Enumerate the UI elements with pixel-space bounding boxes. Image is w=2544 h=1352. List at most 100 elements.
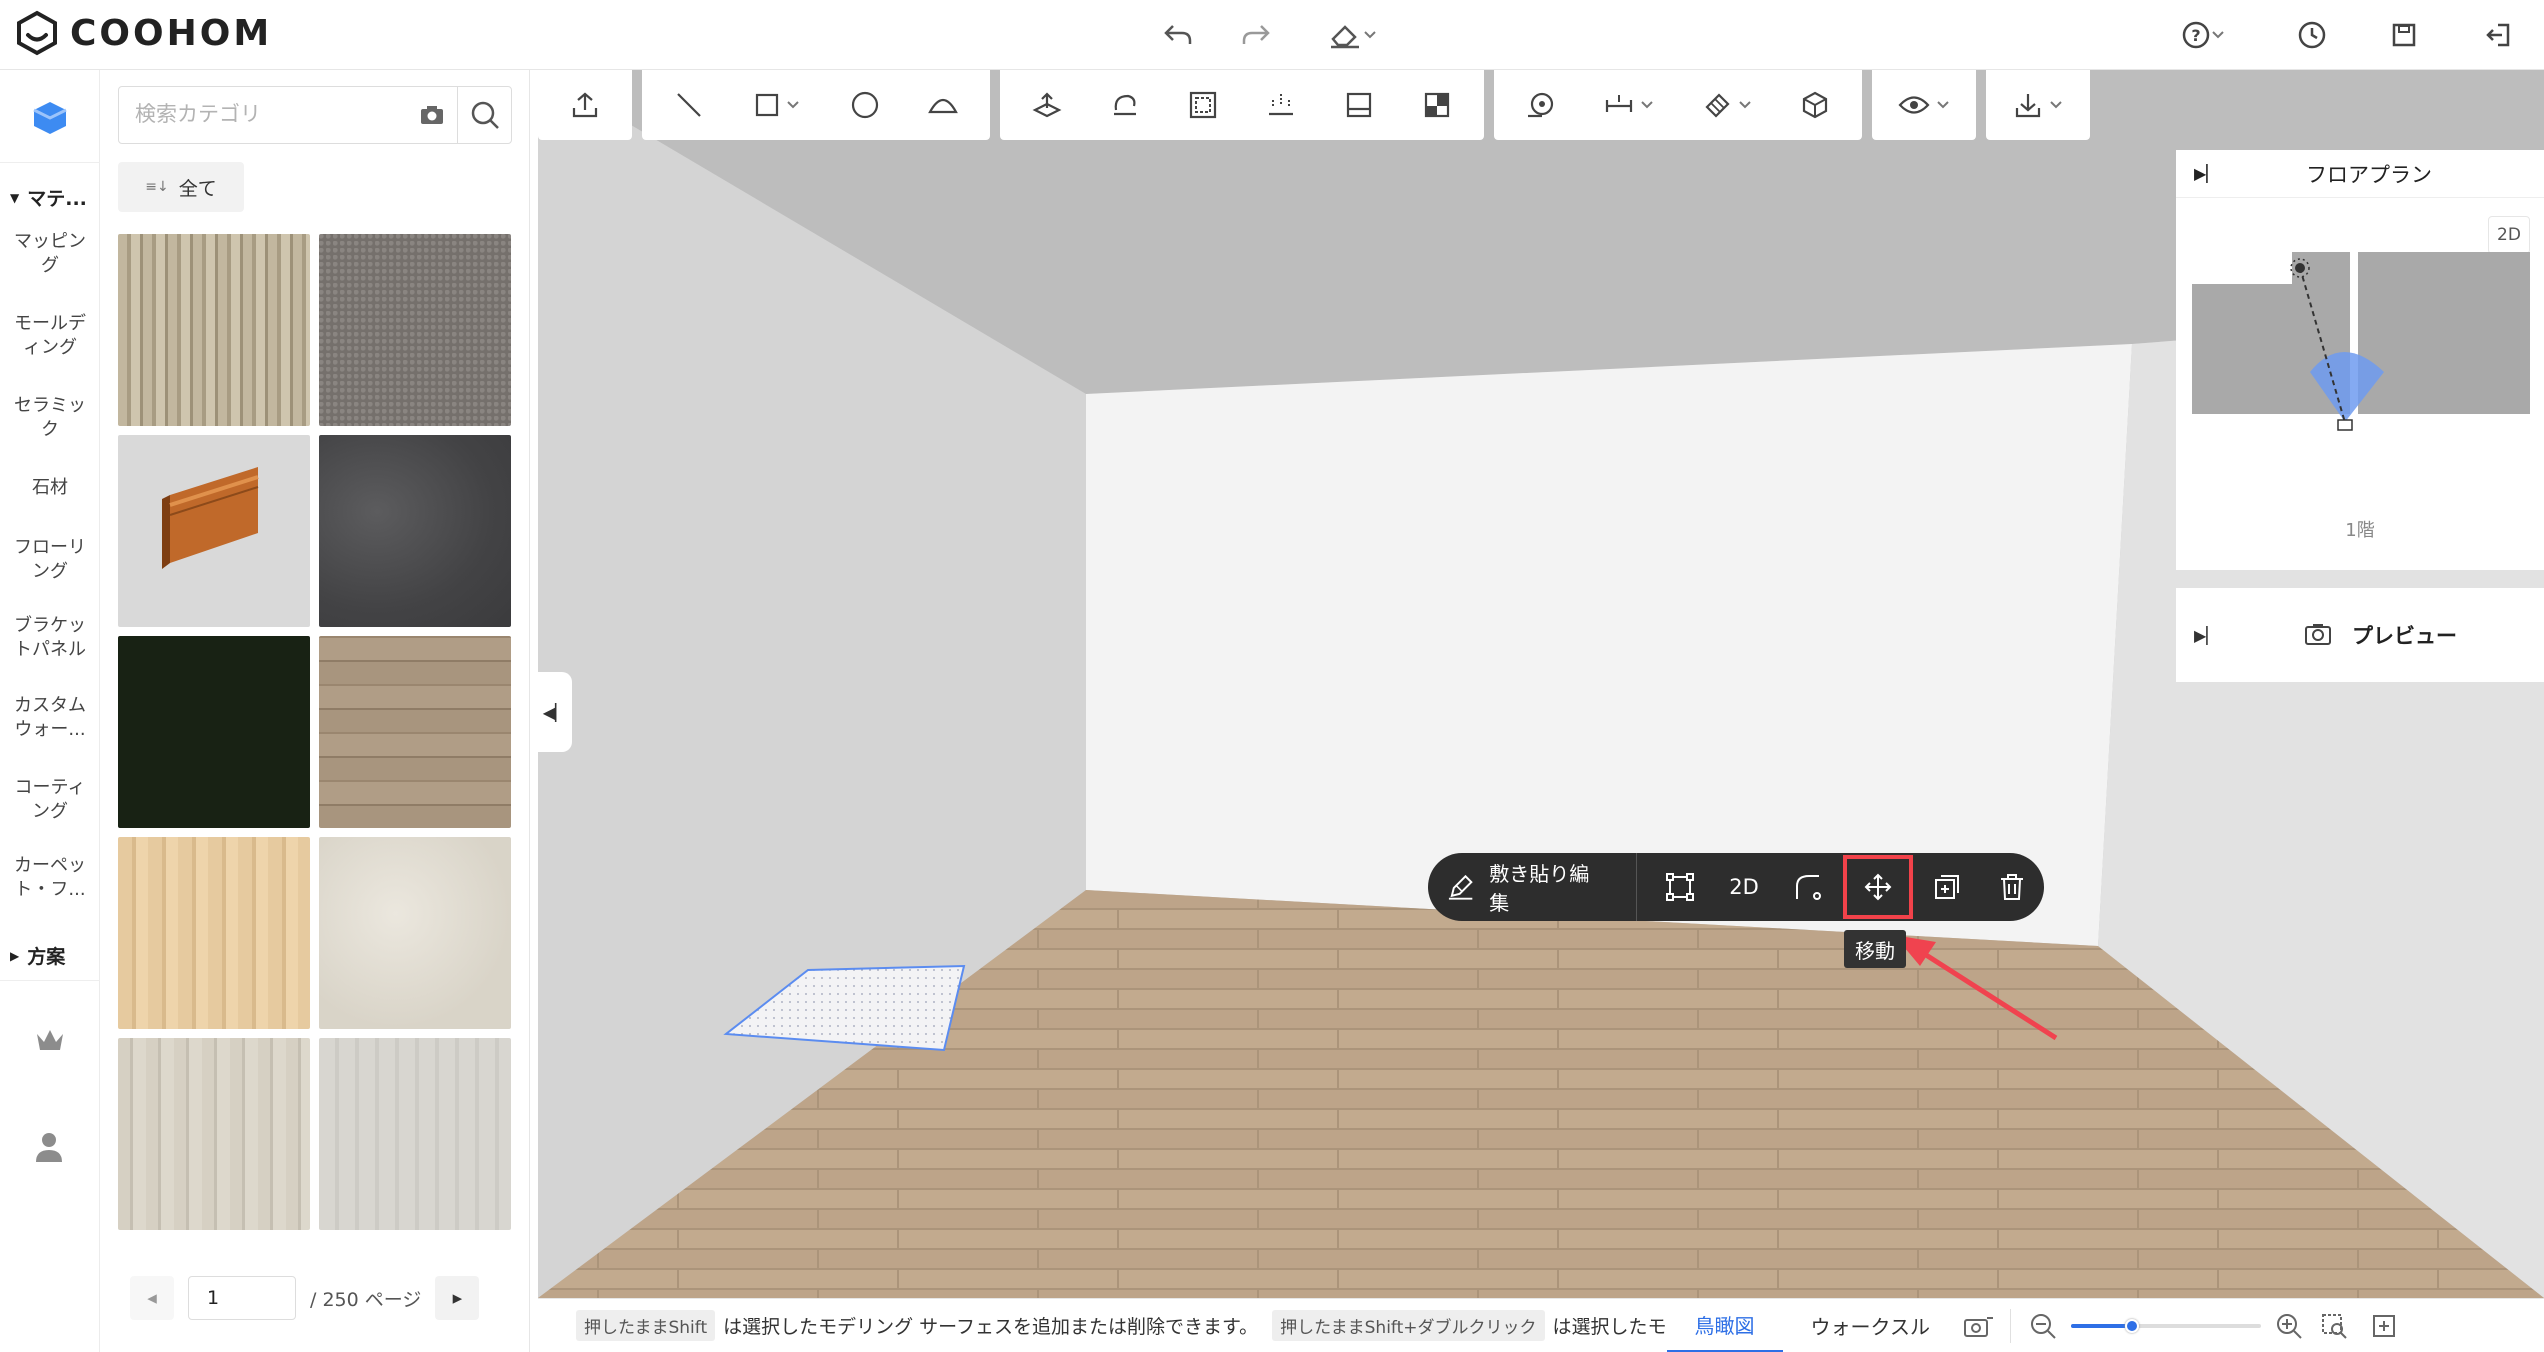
material-tile[interactable] xyxy=(118,636,310,828)
circle-tool-icon[interactable] xyxy=(830,75,900,135)
zoom-slider-handle[interactable] xyxy=(2124,1318,2139,1333)
zoom-slider[interactable] xyxy=(2070,1318,2261,1333)
preview-panel[interactable]: ▶▏ プレビュー xyxy=(2176,588,2544,682)
prev-page-button[interactable]: ◂ xyxy=(130,1276,174,1320)
material-tile[interactable] xyxy=(118,837,310,1029)
zoom-in-icon[interactable] xyxy=(2269,1312,2309,1340)
rail-item-flooring[interactable]: フローリング xyxy=(0,536,100,584)
material-tile[interactable] xyxy=(319,636,511,828)
material-tile[interactable] xyxy=(118,234,310,426)
collapse-panel-button[interactable]: ◀▏ xyxy=(538,672,572,752)
section-plans[interactable]: ▶ 方案 xyxy=(10,942,65,969)
dimension-icon[interactable] xyxy=(1584,75,1674,135)
rotate-icon[interactable] xyxy=(1090,75,1160,135)
shortcut-key: 押したままShift xyxy=(576,1310,716,1341)
move-tool-button[interactable] xyxy=(1841,853,1915,921)
tab-birdseye-view[interactable]: 鳥瞰図 xyxy=(1666,1299,1783,1352)
move-arrows-icon xyxy=(1864,873,1892,901)
shortcut-key: 押したままShift+ダブルクリック xyxy=(1272,1310,1545,1341)
offset-icon[interactable] xyxy=(1168,75,1238,135)
floor-label[interactable]: 1階 xyxy=(2176,516,2544,542)
rectangle-tool-icon[interactable] xyxy=(732,75,822,135)
undo-icon[interactable] xyxy=(1154,11,1202,59)
copy-add-icon[interactable] xyxy=(1915,853,1980,921)
rail-item-bracket-panel[interactable]: ブラケットパネル xyxy=(0,614,100,662)
category-rail: ▼ マテ... マッピング モールディング セラミック 石材 フローリング ブラ… xyxy=(0,70,100,1352)
floorplan-header: ▶▏ フロアプラン xyxy=(2176,150,2544,198)
push-pull-icon[interactable] xyxy=(1012,75,1082,135)
crown-icon[interactable] xyxy=(34,1026,66,1054)
toolbar-group-edit xyxy=(1000,70,1484,140)
tile-edit-button[interactable]: 敷き貼り編集 xyxy=(1428,853,1638,921)
fillet-corner-icon[interactable] xyxy=(1776,853,1841,921)
line-tool-icon[interactable] xyxy=(654,75,724,135)
shortcut-hint: は選択したモ xyxy=(1552,1316,1667,1338)
material-tile[interactable] xyxy=(118,435,310,627)
panel-split-icon[interactable] xyxy=(1324,75,1394,135)
rail-item-coating[interactable]: コーティング xyxy=(0,776,100,824)
help-icon[interactable]: ? xyxy=(2168,11,2238,59)
tab-walkthrough-view[interactable]: ウォークスル xyxy=(1783,1299,1958,1352)
floorplan-title: フロアプラン xyxy=(2306,162,2432,187)
zoom-out-icon[interactable] xyxy=(2023,1312,2063,1340)
measure-tape-icon[interactable] xyxy=(1506,75,1576,135)
floorplan-minimap[interactable] xyxy=(2190,244,2530,474)
chevron-down-icon xyxy=(2212,31,2224,39)
chevron-down-icon xyxy=(1364,31,1376,39)
download-icon[interactable] xyxy=(1998,75,2078,135)
upload-icon[interactable] xyxy=(550,75,620,135)
material-brush-icon[interactable] xyxy=(1682,75,1772,135)
rail-item-custom-wall[interactable]: カスタムウォー... xyxy=(0,694,100,742)
3d-cube-icon[interactable] xyxy=(1780,75,1850,135)
expand-panel-icon[interactable]: ▶▏ xyxy=(2194,626,2219,645)
shortcut-hint: は選択したモデリング サーフェスを追加または削除できます。 xyxy=(723,1316,1259,1338)
snapshot-camera-icon[interactable] xyxy=(1958,1314,1998,1338)
expand-panel-icon[interactable]: ▶▏ xyxy=(2194,164,2219,183)
coohom-logo-icon xyxy=(17,10,57,56)
delete-trash-icon[interactable] xyxy=(1980,853,2045,921)
rail-item-stone[interactable]: 石材 xyxy=(0,476,100,500)
page-number-input[interactable]: 1 xyxy=(188,1276,296,1320)
material-tile[interactable] xyxy=(319,837,511,1029)
rail-item-molding[interactable]: モールディング xyxy=(0,312,100,360)
rail-item-carpet[interactable]: カーペット・フ... xyxy=(0,854,100,902)
status-bar: 押したままShift は選択したモデリング サーフェスを追加または削除できます。… xyxy=(538,1298,2544,1352)
materials-cube-icon[interactable] xyxy=(26,98,74,138)
toolbar-group-view xyxy=(1872,70,1976,140)
material-tile[interactable] xyxy=(118,1038,310,1230)
layout-icon[interactable] xyxy=(1402,75,1472,135)
material-tile[interactable] xyxy=(319,1038,511,1230)
zoom-region-icon[interactable] xyxy=(2309,1312,2359,1340)
history-clock-icon[interactable] xyxy=(2288,11,2336,59)
next-page-button[interactable]: ▸ xyxy=(435,1276,480,1320)
exit-icon[interactable] xyxy=(2474,11,2522,59)
search-input[interactable] xyxy=(119,88,407,142)
transform-box-icon[interactable] xyxy=(1647,853,1712,921)
brand-logo[interactable]: COOHOM xyxy=(14,10,272,56)
chevron-down-icon xyxy=(1641,101,1653,109)
rail-item-mapping[interactable]: マッピング xyxy=(0,230,100,278)
visibility-eye-icon[interactable] xyxy=(1884,75,1964,135)
search-icon[interactable] xyxy=(457,87,511,143)
filter-all-button[interactable]: ≡↓ 全て xyxy=(118,162,244,212)
brand-name: COOHOM xyxy=(70,12,273,54)
toolbar-group-import xyxy=(538,70,632,140)
move-tooltip: 移動 xyxy=(1844,930,1906,968)
align-icon[interactable] xyxy=(1246,75,1316,135)
eraser-icon[interactable] xyxy=(1318,11,1388,59)
camera-icon xyxy=(2304,622,2332,646)
camera-icon[interactable] xyxy=(407,104,457,126)
save-icon[interactable] xyxy=(2380,11,2428,59)
material-tile[interactable] xyxy=(319,435,511,627)
view-2d-button[interactable]: 2D xyxy=(1712,853,1777,921)
sort-icon: ≡↓ xyxy=(145,179,169,195)
material-tile[interactable] xyxy=(319,234,511,426)
page-total: / 250 ページ xyxy=(310,1288,422,1311)
user-icon[interactable] xyxy=(34,1130,64,1164)
section-materials[interactable]: ▼ マテ... xyxy=(10,184,87,211)
fit-view-icon[interactable] xyxy=(2359,1313,2409,1339)
redo-icon[interactable] xyxy=(1232,11,1280,59)
rail-item-ceramic[interactable]: セラミック xyxy=(0,394,100,442)
arc-tool-icon[interactable] xyxy=(908,75,978,135)
material-library-panel: ≡↓ 全て ◂ 1 / 250 ページ ▸ xyxy=(100,70,530,1352)
